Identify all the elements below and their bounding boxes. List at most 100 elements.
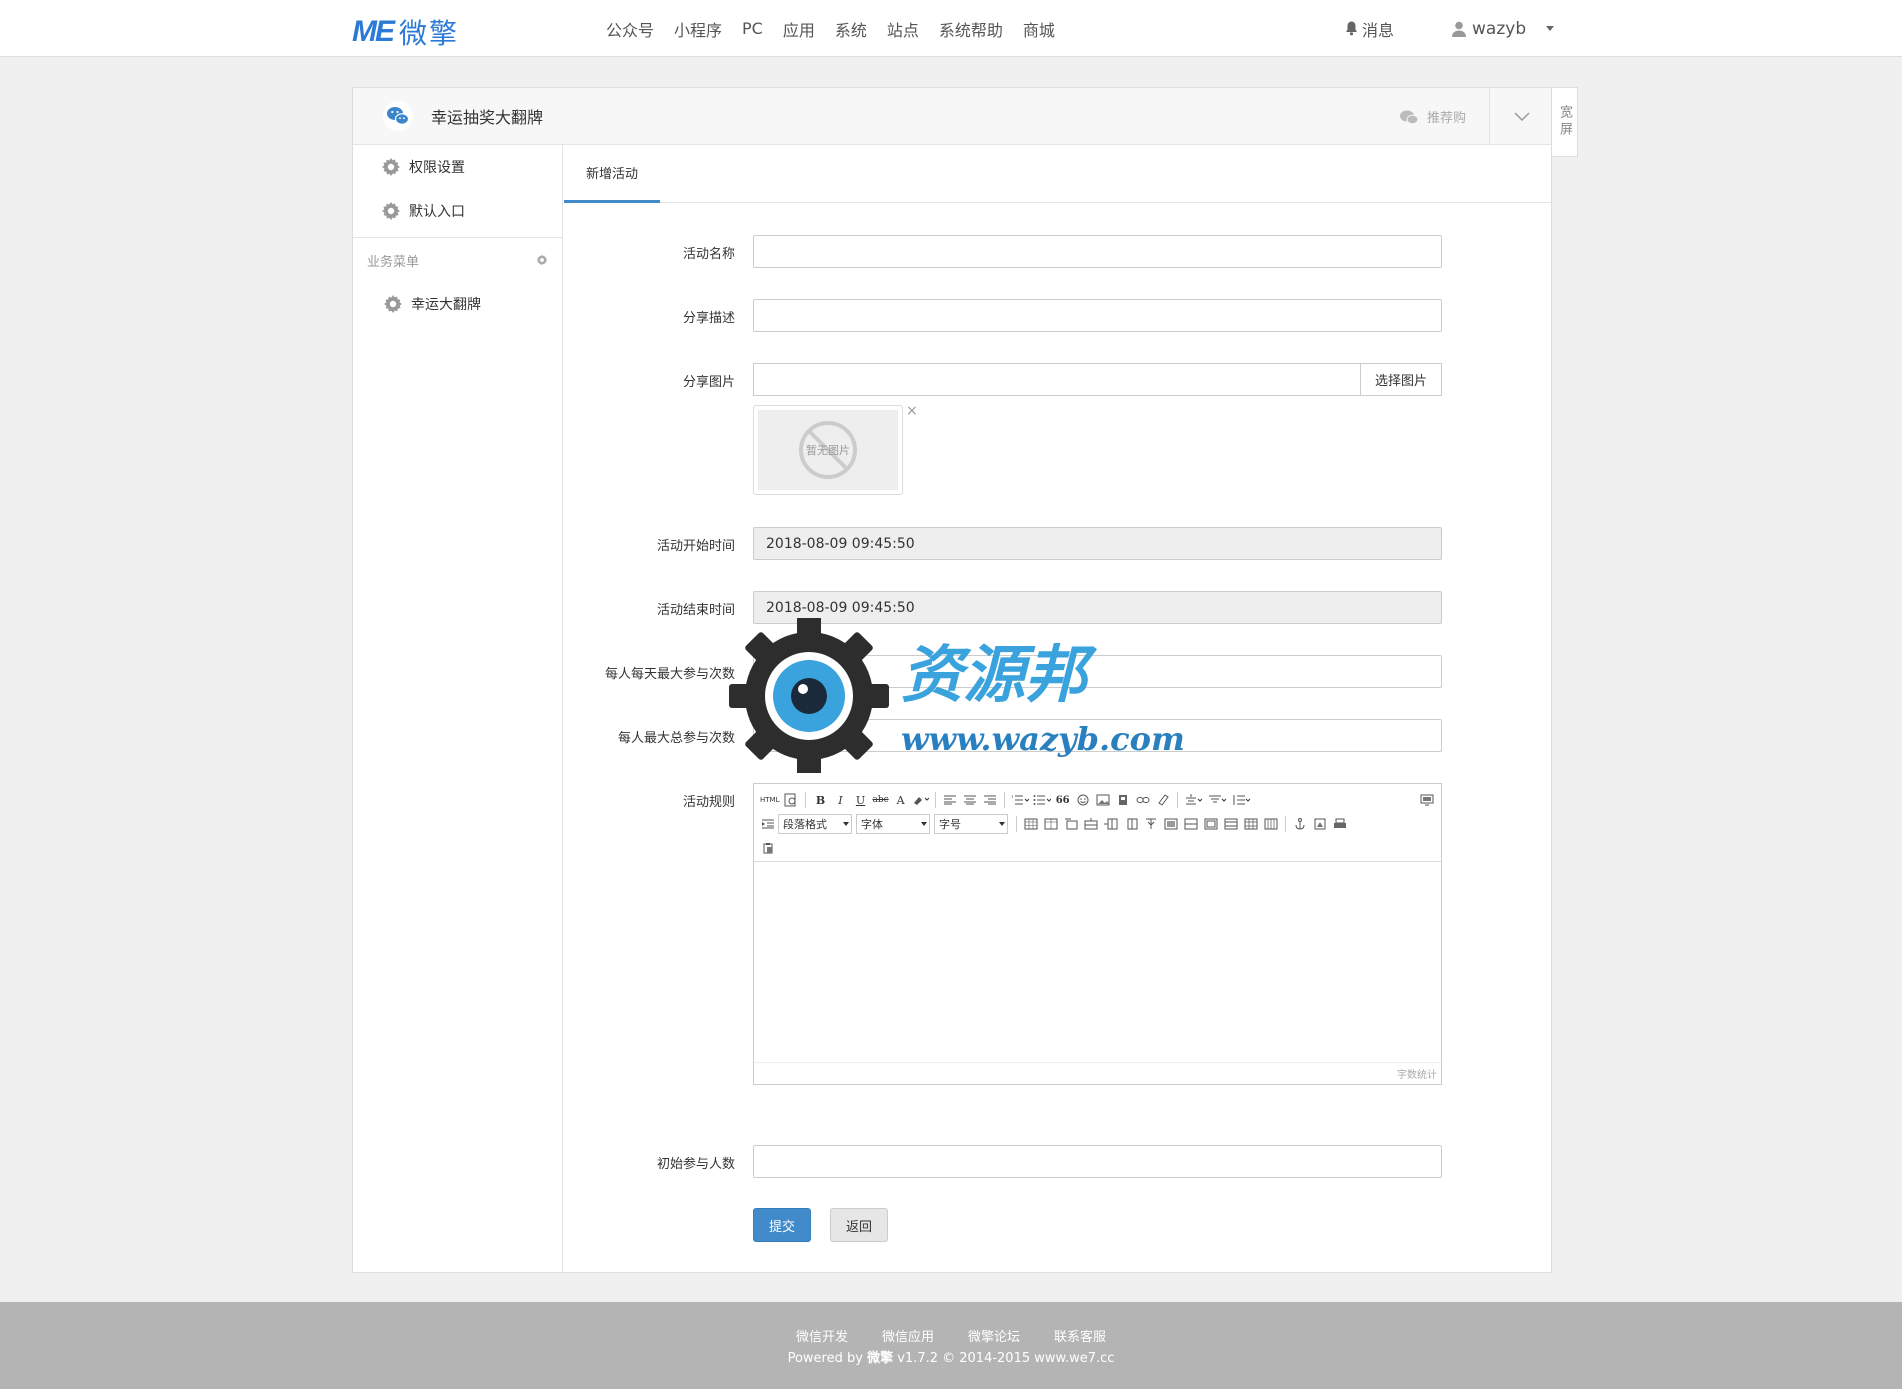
share-image-input[interactable] <box>753 363 1360 396</box>
delete-col-icon[interactable] <box>1121 814 1141 834</box>
watermark-url: www.wazyb.com <box>901 720 1185 758</box>
unordered-list-icon[interactable] <box>1031 790 1053 810</box>
small-gear-icon[interactable] <box>536 254 548 266</box>
word-count: 字数统计 <box>754 1062 1441 1082</box>
ordered-list-icon[interactable]: 1 <box>1009 790 1031 810</box>
sidebar-item-permissions[interactable]: 权限设置 <box>353 145 562 189</box>
sidebar-item-lucky-flip[interactable]: 幸运大翻牌 <box>353 282 562 326</box>
submit-button[interactable]: 提交 <box>753 1208 811 1242</box>
bold-button[interactable]: B <box>810 790 830 810</box>
align-left-icon[interactable] <box>940 790 960 810</box>
footer-link-forum[interactable]: 微擎论坛 <box>968 1326 1020 1345</box>
nav-item-apps[interactable]: 应用 <box>773 17 825 41</box>
nav-item-help[interactable]: 系统帮助 <box>929 17 1013 41</box>
italic-button[interactable]: I <box>830 790 850 810</box>
share-desc-input[interactable] <box>753 299 1442 332</box>
fullscreen-icon[interactable] <box>1417 790 1437 810</box>
font-color-button[interactable]: A <box>891 790 911 810</box>
underline-button[interactable]: U <box>850 790 870 810</box>
font-family-value: 字体 <box>861 818 883 831</box>
toolbar-separator <box>1176 792 1178 808</box>
share-desc-label: 分享描述 <box>682 311 735 326</box>
insert-row-icon[interactable] <box>1081 814 1101 834</box>
sidebar-item-default-entry[interactable]: 默认入口 <box>353 189 562 233</box>
widescreen-toggle[interactable]: 宽屏 <box>1552 87 1578 157</box>
indent-icon[interactable] <box>758 814 778 834</box>
toolbar-row-1: HTML B I U abc A 1 66 <box>758 788 1437 812</box>
delete-table-icon[interactable] <box>1261 814 1281 834</box>
user-menu[interactable]: wazyb <box>1452 19 1555 39</box>
insert-col-icon[interactable] <box>1101 814 1121 834</box>
row-spacing-icon[interactable] <box>1182 790 1206 810</box>
tab-new-activity[interactable]: 新增活动 <box>564 145 660 203</box>
footer-link-wechat-dev[interactable]: 微信开发 <box>796 1326 848 1345</box>
start-time-input[interactable]: 2018-08-09 09:45:50 <box>753 527 1442 560</box>
merge-cells-icon[interactable] <box>1161 814 1181 834</box>
wechat-outline-icon <box>1400 110 1419 124</box>
toolbar-separator <box>805 792 807 808</box>
paste-plain-icon[interactable] <box>758 838 778 858</box>
merge-down-icon[interactable] <box>1201 814 1221 834</box>
split-cell-icon[interactable] <box>1141 814 1161 834</box>
sidebar-item-label: 幸运大翻牌 <box>411 297 481 313</box>
highlight-icon[interactable] <box>911 790 931 810</box>
footer-link-support[interactable]: 联系客服 <box>1054 1326 1106 1345</box>
sidebar-item-label: 默认入口 <box>409 204 465 220</box>
footer-brand: 微擎 <box>867 1351 894 1366</box>
split-cols-icon[interactable] <box>1241 814 1261 834</box>
logo[interactable]: ME 微擎 <box>352 12 459 52</box>
paragraph-format-select[interactable]: 段落格式 <box>778 814 852 834</box>
chevron-down-icon[interactable] <box>1513 110 1531 122</box>
align-right-icon[interactable] <box>980 790 1000 810</box>
nav-item-site[interactable]: 站点 <box>877 17 929 41</box>
activity-name-input[interactable] <box>753 235 1442 268</box>
choose-image-button[interactable]: 选择图片 <box>1360 363 1442 396</box>
anchor-icon[interactable] <box>1290 814 1310 834</box>
insert-table-icon[interactable] <box>1021 814 1041 834</box>
remove-image-icon[interactable]: × <box>906 403 918 419</box>
app-title: 幸运抽奖大翻牌 <box>431 108 544 127</box>
no-image-icon: 暂无图片 <box>799 421 857 479</box>
font-family-select[interactable]: 字体 <box>856 814 930 834</box>
no-image-text: 暂无图片 <box>806 444 850 457</box>
footer: 微信开发 微信应用 微擎论坛 联系客服 Powered by 微擎 v1.7.2… <box>0 1302 1902 1389</box>
nav-item-system[interactable]: 系统 <box>825 17 877 41</box>
emoji-icon[interactable] <box>1073 790 1093 810</box>
sidebar-group-business-menu: 业务菜单 <box>353 238 562 282</box>
sidebar-group-title: 业务菜单 <box>367 254 420 270</box>
image-insert-icon[interactable] <box>1093 790 1113 810</box>
link-icon[interactable] <box>1133 790 1153 810</box>
line-height-icon[interactable] <box>1230 790 1254 810</box>
nav-item-store[interactable]: 商城 <box>1013 17 1065 41</box>
split-rows-icon[interactable] <box>1221 814 1241 834</box>
blockquote-button[interactable]: 66 <box>1053 790 1073 810</box>
align-center-icon[interactable] <box>960 790 980 810</box>
merge-right-icon[interactable] <box>1181 814 1201 834</box>
toolbar-row-2: 段落格式 字体 字号 <box>758 812 1437 836</box>
footer-link-wechat-apps[interactable]: 微信应用 <box>882 1326 934 1345</box>
video-insert-icon[interactable] <box>1113 790 1133 810</box>
messages-link[interactable]: 消息 <box>1345 17 1394 41</box>
nav-item-mini-program[interactable]: 小程序 <box>664 17 732 41</box>
image-placeholder: 暂无图片 <box>758 410 898 490</box>
initial-count-input[interactable] <box>753 1145 1442 1178</box>
insert-caption-icon[interactable] <box>1061 814 1081 834</box>
print-icon[interactable] <box>1330 814 1350 834</box>
recommend-link[interactable]: 推荐购 <box>1399 88 1466 145</box>
font-size-select[interactable]: 字号 <box>934 814 1008 834</box>
editor-content-area[interactable] <box>754 862 1441 1062</box>
html-source-button[interactable]: HTML <box>758 790 781 810</box>
nav-item-pc[interactable]: PC <box>732 19 773 38</box>
preview-icon[interactable] <box>781 790 801 810</box>
insert-frame-icon[interactable] <box>1310 814 1330 834</box>
paragraph-spacing-icon[interactable] <box>1206 790 1230 810</box>
strikethrough-button[interactable]: abc <box>870 790 890 810</box>
table-props-icon[interactable] <box>1041 814 1061 834</box>
eraser-icon[interactable] <box>1153 790 1173 810</box>
dropdown-arrow-icon <box>921 822 927 826</box>
footer-copyright: Powered by 微擎 v1.7.2 © 2014-2015 www.we7… <box>0 1347 1902 1366</box>
nav-item-official-account[interactable]: 公众号 <box>596 17 664 41</box>
back-button[interactable]: 返回 <box>830 1208 888 1242</box>
bell-icon <box>1346 21 1357 36</box>
nav-right: 消息 wazyb <box>1345 0 1555 57</box>
